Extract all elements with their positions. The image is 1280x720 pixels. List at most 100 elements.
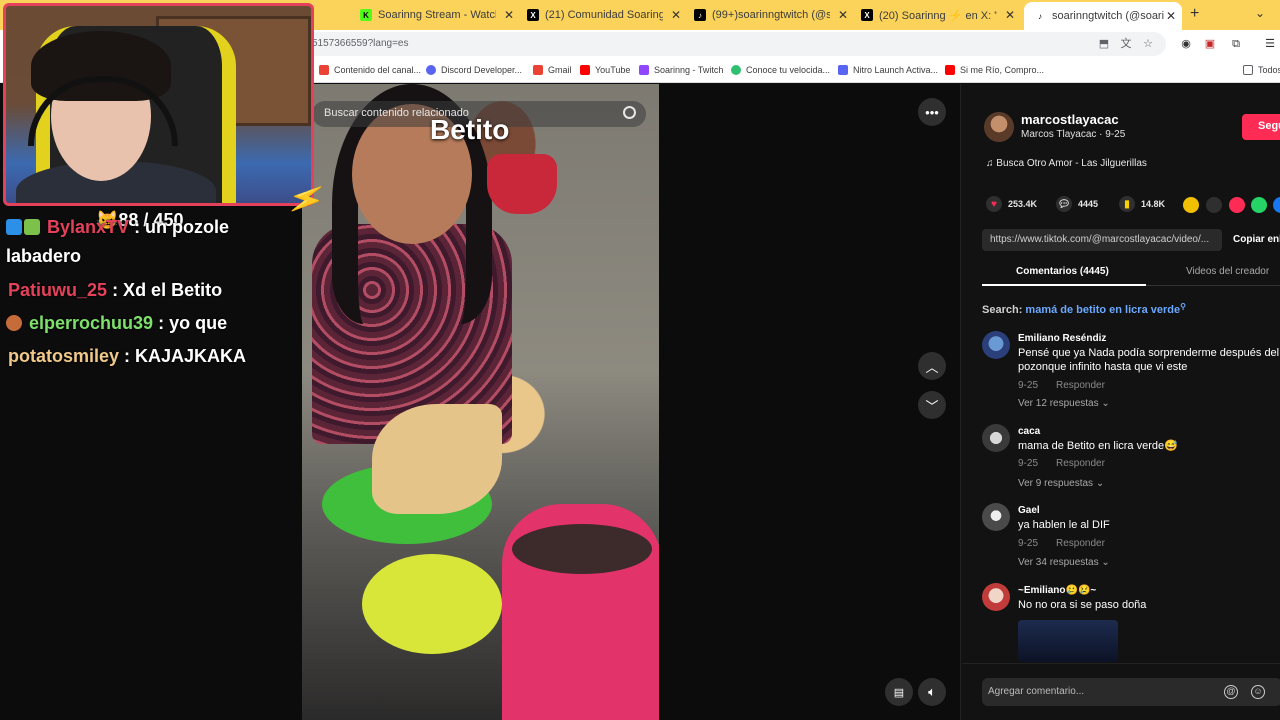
tiktok-icon: ♪ — [694, 9, 706, 21]
comment-text: mama de Betito en licra verde😅 — [1018, 440, 1178, 452]
tab-creator-videos[interactable]: Videos del creador — [1186, 266, 1269, 277]
copy-link-button[interactable]: Copiar enl — [1233, 234, 1280, 245]
bookmark-label: Si me Río, Compro... — [960, 65, 1045, 75]
comment-text: Pensé que ya Nada podía sorprenderme des… — [1018, 347, 1280, 373]
chevron-down-icon[interactable]: ﹀ — [918, 391, 946, 419]
close-icon[interactable]: ✕ — [838, 8, 848, 22]
bookmark-item[interactable]: Contenido del canal... — [319, 65, 421, 75]
creator-avatar[interactable] — [984, 112, 1014, 142]
reply-button[interactable]: Responder — [1056, 380, 1105, 391]
bookmark-item[interactable]: Soarinng - Twitch — [639, 65, 723, 75]
tab-label: (21) Comunidad Soaringcitos / — [545, 9, 663, 21]
music-title[interactable]: ♫ Busca Otro Amor - Las Jilguerillas — [986, 158, 1147, 169]
puzzle-icon[interactable]: ⧉ — [1230, 38, 1242, 50]
commenter-avatar[interactable] — [982, 424, 1010, 452]
volume-icon[interactable]: 🔈︎ — [918, 678, 946, 706]
commenter-avatar[interactable] — [982, 583, 1010, 611]
comment-author[interactable]: ~Emiliano🥲😢~ — [1018, 585, 1096, 596]
video-link-field[interactable]: https://www.tiktok.com/@marcostlayacac/v… — [982, 229, 1222, 251]
reply-button[interactable]: Responder — [1056, 538, 1105, 549]
tab-tiktok-profile[interactable]: ♪ (99+)soarinngtwitch (@soarinn ✕ — [694, 4, 854, 26]
chat-text: : Xd el Betito — [112, 280, 223, 300]
comment-button[interactable]: 💬︎ 4445 — [1056, 196, 1098, 212]
reply-button[interactable]: Responder — [1056, 458, 1105, 469]
emoji-icon[interactable]: ☺ — [1251, 685, 1265, 699]
comments-panel — [960, 84, 1280, 720]
install-icon[interactable]: ⬒ — [1098, 38, 1110, 50]
comment-meta: 9-25 Responder — [1018, 380, 1105, 391]
commenter-avatar[interactable] — [982, 331, 1010, 359]
comment-author[interactable]: caca — [1018, 426, 1040, 437]
video-content — [362, 554, 502, 654]
bookmark-label: Todos — [1258, 65, 1280, 75]
streamer-webcam — [3, 3, 314, 206]
comment-meta: 9-25 Responder — [1018, 538, 1105, 549]
folder-icon — [1243, 65, 1253, 75]
translate-icon[interactable]: 文 — [1120, 38, 1132, 50]
chat-username: BylanxTV — [47, 217, 130, 237]
new-tab-icon[interactable]: + — [1190, 5, 1199, 23]
like-button[interactable]: ♥ 253.4K — [986, 196, 1037, 212]
whatsapp-icon[interactable] — [1251, 197, 1267, 213]
bookmark-item[interactable]: Discord Developer... — [426, 65, 522, 75]
video-player[interactable] — [302, 84, 659, 720]
more-options-icon[interactable]: ••• — [918, 98, 946, 126]
view-replies-button[interactable]: Ver 9 respuestas ⌄ — [1018, 478, 1104, 489]
chevron-up-icon[interactable]: ︿ — [918, 352, 946, 380]
tab-comments[interactable]: Comentarios (4445) — [1016, 266, 1109, 277]
share-repost-icon[interactable] — [1183, 197, 1199, 213]
close-icon[interactable]: ✕ — [1005, 8, 1015, 22]
bookmark-item[interactable]: Conoce tu velocida... — [731, 65, 830, 75]
menu-icon[interactable]: ☰ — [1264, 38, 1276, 50]
comment-image[interactable] — [1018, 620, 1118, 662]
view-replies-button[interactable]: Ver 34 respuestas ⌄ — [1018, 557, 1110, 568]
extension-icon[interactable]: ◉ — [1180, 38, 1192, 50]
emote-icon — [6, 219, 22, 235]
embed-icon[interactable] — [1206, 197, 1222, 213]
bookmark-icon: ▮ — [1119, 196, 1135, 212]
chat-message: potatosmiley : KAJAJKAKA — [8, 346, 246, 367]
comment-author[interactable]: Emiliano Reséndiz — [1018, 333, 1106, 344]
chat-message: elperrochuu39 : yo que — [6, 313, 227, 334]
search-suggestion[interactable]: Search: mamá de betito en licra verde⚲ — [982, 302, 1186, 316]
view-replies-button[interactable]: Ver 12 respuestas ⌄ — [1018, 398, 1110, 409]
tab-kick[interactable]: K Soarinng Stream - Watch Live o ✕ — [360, 4, 520, 26]
bookmark-folder[interactable]: Todos — [1243, 65, 1280, 75]
bookmark-item[interactable]: Si me Río, Compro... — [945, 65, 1044, 75]
bookmark-item[interactable]: YouTube — [580, 65, 630, 75]
chat-text: : yo que — [158, 313, 228, 333]
comment-text: No no ora si se paso doña — [1018, 599, 1147, 611]
chat-text: labadero — [6, 246, 82, 266]
send-icon[interactable] — [1229, 197, 1245, 213]
caption-icon[interactable]: ▤ — [885, 678, 913, 706]
video-content — [487, 154, 557, 214]
comment-input[interactable]: Agregar comentario... @ ☺ — [982, 678, 1280, 706]
tab-x-post[interactable]: X (20) Soarinng ⚡ en X: "EN STR ✕ — [861, 4, 1021, 26]
bookmark-item[interactable]: Gmail — [533, 65, 572, 75]
search-label: Search: — [982, 304, 1023, 316]
mention-icon[interactable]: @ — [1224, 685, 1238, 699]
bookmark-label: Contenido del canal... — [334, 65, 422, 75]
save-button[interactable]: ▮ 14.8K — [1119, 196, 1165, 212]
tab-x-community[interactable]: X (21) Comunidad Soaringcitos / ✕ — [527, 4, 687, 26]
commenter-avatar[interactable] — [982, 503, 1010, 531]
follow-button[interactable]: Segu — [1242, 114, 1280, 140]
close-icon[interactable]: ✕ — [1166, 9, 1176, 23]
comment-author[interactable]: Gael — [1018, 505, 1040, 516]
like-count: 253.4K — [1008, 199, 1038, 209]
tab-label: (20) Soarinng ⚡ en X: "EN STR — [879, 9, 997, 22]
bookmark-item[interactable]: Nitro Launch Activa... — [838, 65, 938, 75]
search-icon[interactable] — [623, 106, 636, 119]
video-content — [372, 404, 502, 514]
extension-icon[interactable]: ▣ — [1204, 38, 1216, 50]
star-icon[interactable]: ☆ — [1142, 38, 1154, 50]
chat-username: elperrochuu39 — [29, 313, 154, 333]
chevron-down-icon[interactable]: ⌄ — [1255, 6, 1265, 20]
close-icon[interactable]: ✕ — [671, 8, 681, 22]
creator-username[interactable]: marcostlayacac — [1021, 112, 1119, 127]
address-bar[interactable]: 5157366559?lang=es ⬒ 文 ☆ — [290, 32, 1166, 56]
close-icon[interactable]: ✕ — [504, 8, 514, 22]
comment-composer: Agregar comentario... @ ☺ — [962, 663, 1280, 720]
tab-tiktok-active[interactable]: ♪ soarinngtwitch (@soarinngtwitc ✕ — [1024, 2, 1182, 30]
x-icon: X — [861, 9, 873, 21]
